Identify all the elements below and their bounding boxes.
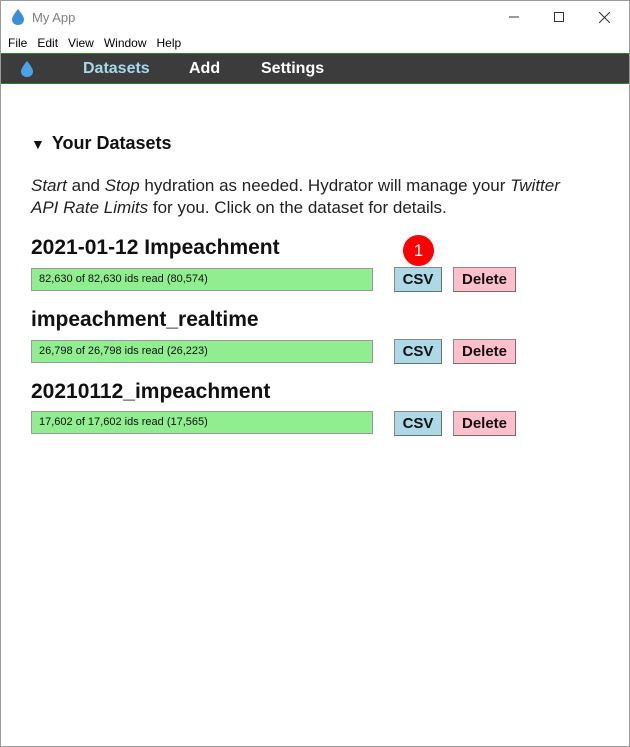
close-button[interactable]: [581, 1, 627, 33]
nav-add-link[interactable]: Add: [189, 60, 220, 78]
maximize-button[interactable]: [536, 1, 582, 33]
delete-button[interactable]: Delete: [453, 267, 516, 292]
delete-button[interactable]: Delete: [453, 339, 516, 364]
window-title: My App: [32, 10, 76, 25]
menu-edit[interactable]: Edit: [32, 33, 63, 53]
nav-datasets-link[interactable]: Datasets: [83, 60, 150, 78]
nav-settings-link[interactable]: Settings: [261, 60, 324, 78]
step-number-badge: 1: [403, 235, 434, 266]
intro-rest-2: for you. Click on the dataset for detail…: [148, 198, 447, 217]
dataset-progress-bar: 82,630 of 82,630 ids read (80,574): [31, 268, 373, 291]
minimize-icon: [509, 16, 519, 18]
menu-view[interactable]: View: [63, 33, 99, 53]
title-bar[interactable]: My App: [1, 1, 629, 33]
csv-button[interactable]: CSV: [394, 339, 442, 364]
menu-bar: File Edit View Window Help: [1, 33, 629, 53]
section-title: Your Datasets: [51, 133, 172, 153]
start-text: Start: [31, 176, 67, 195]
menu-window[interactable]: Window: [99, 33, 152, 53]
dataset-progress-bar: 26,798 of 26,798 ids read (26,223): [31, 340, 373, 363]
minimize-button[interactable]: [491, 1, 537, 33]
water-drop-icon[interactable]: [21, 61, 33, 77]
intro-text: Start and Stop hydration as needed. Hydr…: [31, 175, 591, 219]
nav-bar: Datasets Add Settings: [1, 53, 629, 84]
water-drop-icon: [12, 9, 24, 25]
menu-file[interactable]: File: [1, 33, 32, 53]
close-icon: [598, 11, 610, 23]
maximize-icon: [554, 12, 564, 22]
and-text: and: [66, 176, 105, 195]
dataset-progress-bar: 17,602 of 17,602 ids read (17,565): [31, 411, 373, 434]
dataset-title[interactable]: impeachment_realtime: [31, 308, 259, 332]
menu-help[interactable]: Help: [152, 33, 187, 53]
app-window: My App File Edit View Window Help Datase…: [0, 0, 630, 747]
dataset-title[interactable]: 20210112_impeachment: [31, 380, 270, 404]
datasets-section-toggle[interactable]: ▼ Your Datasets: [31, 133, 172, 154]
csv-button[interactable]: CSV: [394, 411, 442, 436]
csv-button[interactable]: CSV: [394, 267, 442, 292]
intro-rest-1: hydration as needed. Hydrator will manag…: [139, 176, 511, 195]
dataset-title[interactable]: 2021-01-12 Impeachment: [31, 236, 280, 260]
triangle-down-icon: ▼: [31, 136, 45, 152]
stop-text: Stop: [104, 176, 140, 195]
delete-button[interactable]: Delete: [453, 411, 516, 436]
